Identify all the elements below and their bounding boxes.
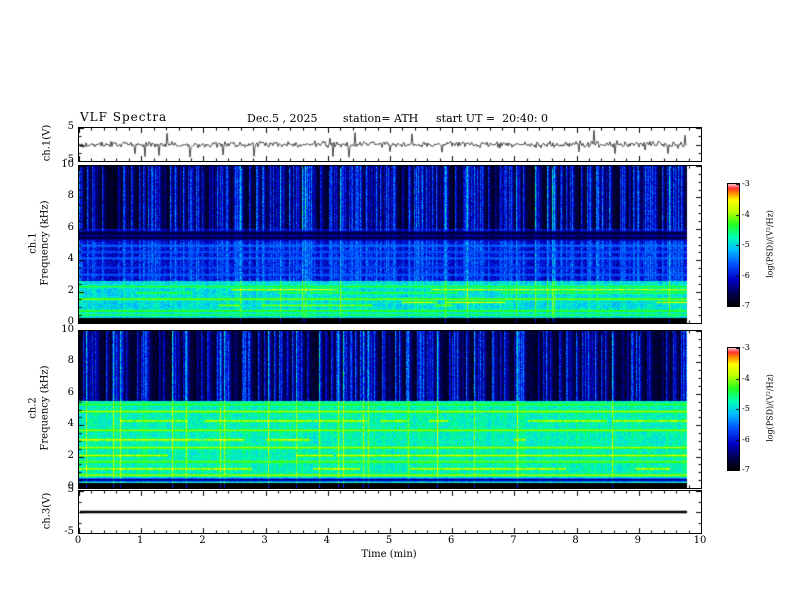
x-tick-label: 8 — [572, 535, 579, 546]
ch2-spec-y-tick-label: 2 — [67, 450, 74, 461]
ch1-colorbar-label: log(PSD)/(V²/Hz) — [765, 210, 775, 278]
ch1-waveform-panel — [78, 127, 702, 162]
ch1-spectrogram-y-axis-label-line2: Frequency (kHz) — [39, 200, 50, 286]
ch1-colorbar — [727, 183, 740, 307]
ch2-spectrogram-panel — [78, 330, 702, 489]
ch3-waveform-plot — [79, 491, 701, 533]
x-tick-label: 9 — [634, 535, 641, 546]
ch2-spec-y-tick-label: 10 — [61, 324, 74, 335]
station-label: station= ATH — [343, 112, 419, 125]
ch1-spectrogram-plot — [79, 166, 701, 323]
start-ut-label: start UT = 20:40: 0 — [436, 112, 549, 125]
ch2-colorbar-tick-label: -4 — [742, 374, 750, 383]
ch2-spec-y-tick-label: 6 — [67, 387, 74, 398]
x-tick-label: 5 — [385, 535, 393, 546]
ch2-spectrogram-y-axis-label-line2: Frequency (kHz) — [39, 365, 50, 451]
ch2-colorbar — [727, 347, 740, 471]
ch3-wave-y-tick-label: 5 — [67, 484, 74, 495]
ch3-waveform-panel — [78, 490, 702, 534]
ch3-wave-y-tick-label: -5 — [64, 526, 74, 537]
ch2-colorbar-tick-label: -7 — [742, 465, 750, 474]
ch1-colorbar-tick-label: -6 — [742, 271, 750, 280]
ch2-colorbar-label: log(PSD)/(V²/Hz) — [765, 374, 775, 442]
x-tick-label: 10 — [693, 535, 707, 546]
x-tick-label: 3 — [261, 535, 268, 546]
ch1-spectrogram-panel — [78, 165, 702, 324]
ch2-colorbar-tick-label: -6 — [742, 435, 750, 444]
ch1-colorbar-tick-label: -7 — [742, 301, 750, 310]
ch1-spectrogram-y-axis-label-line1: ch.1 — [27, 232, 39, 254]
vlf-spectra-figure: VLF Spectra Dec.5 , 2025 station= ATH st… — [0, 0, 792, 612]
ch1-spectrogram-y-axis-label: ch.1 Frequency (kHz) — [28, 200, 51, 285]
ch1-spec-y-tick-label: 4 — [67, 253, 74, 264]
x-tick-label: 4 — [323, 535, 330, 546]
x-tick-label: 2 — [199, 535, 206, 546]
ch2-spectrogram-y-axis-label-line1: ch.2 — [27, 397, 39, 419]
ch1-colorbar-tick-label: -4 — [742, 210, 750, 219]
ch1-spec-y-tick-label: 8 — [67, 190, 74, 201]
x-tick-label: 7 — [510, 535, 517, 546]
ch2-colorbar-tick-label: -3 — [742, 343, 750, 352]
ch2-spectrogram-y-axis-label: ch.2 Frequency (kHz) — [28, 365, 51, 450]
ch2-colorbar-tick-label: -5 — [742, 404, 750, 413]
ch1-wave-y-tick-label: -5 — [64, 154, 74, 165]
date-label: Dec.5 , 2025 — [247, 112, 318, 125]
ch2-spec-y-tick-label: 8 — [67, 355, 74, 366]
ch3-waveform-y-axis-label: ch.3(V) — [41, 492, 53, 530]
ch2-colorbar-gradient — [728, 348, 739, 470]
x-tick-label: 1 — [137, 535, 144, 546]
ch1-waveform-plot — [79, 128, 701, 161]
page-title: VLF Spectra — [80, 110, 168, 124]
x-axis-label: Time (min) — [361, 549, 417, 560]
ch1-colorbar-tick-label: -3 — [742, 179, 750, 188]
ch2-spectrogram-plot — [79, 331, 701, 488]
ch1-colorbar-tick-label: -5 — [742, 240, 750, 249]
ch1-wave-y-tick-label: 5 — [67, 121, 74, 132]
ch1-colorbar-gradient — [728, 184, 739, 306]
ch1-waveform-y-axis-label: ch.1(V) — [41, 124, 53, 162]
ch1-spec-y-tick-label: 2 — [67, 285, 74, 296]
x-tick-label: 6 — [448, 535, 455, 546]
ch1-spec-y-tick-label: 6 — [67, 222, 74, 233]
ch2-spec-y-tick-label: 4 — [67, 418, 74, 429]
